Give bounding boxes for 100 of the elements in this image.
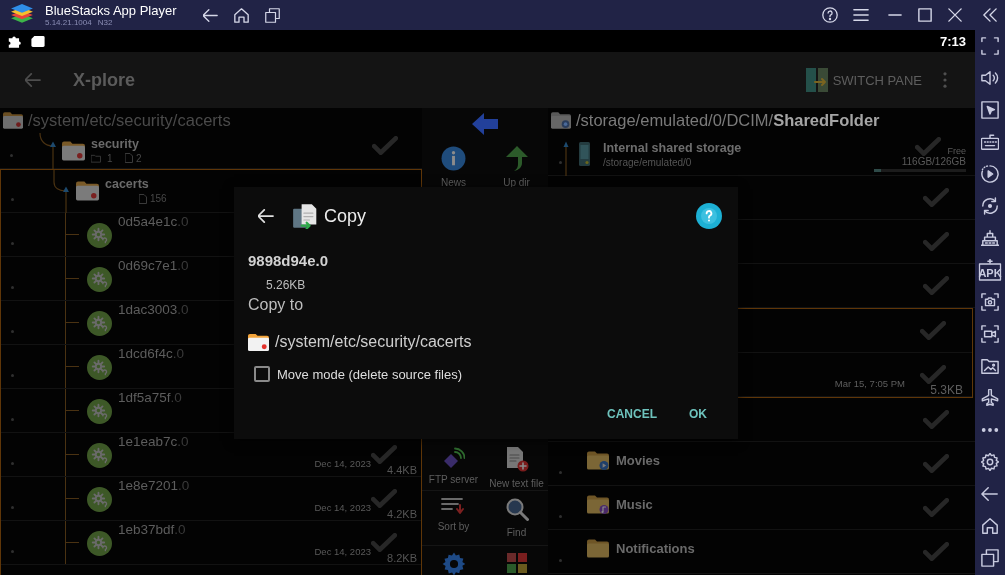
- sort-icon: [440, 497, 467, 515]
- video-camera-icon[interactable]: [981, 325, 999, 343]
- rotate-icon[interactable]: [981, 197, 999, 215]
- file-count: 2: [136, 152, 142, 164]
- file-outline-icon: [125, 153, 133, 163]
- toolbar-button[interactable]: [485, 545, 548, 575]
- bullet-icon: [10, 506, 14, 509]
- check-icon[interactable]: [920, 321, 946, 340]
- recents-icon[interactable]: [981, 549, 999, 567]
- airplane-icon[interactable]: [981, 389, 999, 407]
- toolbar-button[interactable]: Sort by: [422, 490, 485, 545]
- building-icon[interactable]: [981, 229, 999, 247]
- dialog-button[interactable]: OK: [679, 400, 717, 428]
- tree-branch: [65, 433, 79, 476]
- check-icon[interactable]: [915, 137, 942, 156]
- file-name: 9898d94e.0: [248, 252, 329, 270]
- gear-icon: [87, 399, 112, 424]
- gear-icon: [87, 487, 112, 512]
- gear-icon: [87, 355, 112, 380]
- clock: 7:13: [939, 33, 966, 49]
- bullet-icon: [559, 471, 562, 474]
- target-path: /system/etc/security/cacerts: [275, 333, 472, 351]
- pointer-icon[interactable]: [981, 101, 999, 119]
- storage-path: /storage/emulated/0: [603, 155, 692, 169]
- app-title: X-plore: [73, 69, 135, 91]
- file-size: 4.2KB: [387, 508, 417, 520]
- file-size: 5.26KB: [266, 278, 306, 292]
- file-date: Mar 15, 7:05 PM: [834, 378, 905, 389]
- storage-space: 116GB/126GB: [901, 156, 966, 167]
- help-icon[interactable]: [821, 7, 838, 23]
- bullet-icon: [559, 559, 562, 562]
- panes-icon: [805, 68, 828, 92]
- folder-outline-icon: [91, 153, 101, 163]
- left-arrow-icon: [472, 113, 498, 135]
- menu-icon[interactable]: [852, 8, 869, 22]
- camera-icon[interactable]: [981, 293, 999, 311]
- storage-name: Internal shared storage: [603, 139, 742, 156]
- file-size: 5.3KB: [930, 384, 963, 396]
- check-icon[interactable]: [923, 498, 949, 517]
- switch-pane-button[interactable]: SWITCH PANE: [801, 60, 926, 100]
- folder-name: security: [91, 136, 139, 152]
- copy-to-label: Copy to: [248, 295, 304, 314]
- file-date: Dec 14, 2023: [314, 502, 371, 513]
- bullet-icon: [10, 242, 14, 245]
- play-circle-icon[interactable]: [981, 165, 999, 183]
- check-icon[interactable]: [371, 533, 397, 552]
- volume-icon[interactable]: [981, 69, 999, 87]
- new-file-icon: [504, 446, 529, 472]
- check-icon[interactable]: [923, 454, 949, 473]
- gear-icon: [87, 443, 112, 468]
- check-icon[interactable]: [371, 489, 397, 508]
- copy-icon: [292, 203, 318, 229]
- close-icon[interactable]: [948, 8, 962, 22]
- info-icon: [441, 146, 466, 171]
- tree-branch: [65, 213, 79, 256]
- check-icon[interactable]: [371, 445, 397, 464]
- recents-icon[interactable]: [265, 7, 280, 23]
- file-date: Dec 14, 2023: [314, 546, 371, 557]
- file-count: 156: [150, 193, 167, 204]
- keyboard-icon[interactable]: [981, 133, 999, 151]
- toolbar-button[interactable]: New text file: [485, 440, 548, 490]
- video-folder-icon: [587, 451, 610, 471]
- checkbox[interactable]: [254, 366, 270, 382]
- path-text: /storage/emulated/0/DCIM/SharedFolder: [576, 111, 880, 130]
- folder-icon: [76, 181, 99, 201]
- bullet-icon: [9, 154, 13, 157]
- toolbar-button[interactable]: Up dir: [485, 140, 548, 195]
- toolbar-button[interactable]: Find: [485, 490, 548, 545]
- check-icon[interactable]: [920, 365, 946, 384]
- path-text: /system/etc/security/cacerts: [28, 111, 231, 130]
- maximize-icon[interactable]: [918, 8, 932, 22]
- search-icon: [504, 497, 529, 521]
- home-icon[interactable]: [981, 517, 999, 535]
- settings-icon[interactable]: [981, 453, 999, 471]
- phone-icon: [579, 142, 590, 166]
- check-icon[interactable]: [923, 232, 949, 251]
- bullet-icon: [10, 374, 14, 377]
- minimize-icon[interactable]: [888, 13, 902, 17]
- image-folder-icon[interactable]: [981, 357, 999, 375]
- check-icon[interactable]: [923, 410, 949, 429]
- toolbar-button[interactable]: News: [422, 140, 485, 195]
- fullscreen-icon[interactable]: [981, 37, 999, 55]
- help-icon[interactable]: [696, 203, 722, 229]
- gear-icon: [87, 223, 112, 248]
- folder-icon: [3, 111, 23, 130]
- check-icon[interactable]: [923, 188, 949, 207]
- grid-icon: [505, 552, 528, 574]
- home-icon[interactable]: [234, 7, 249, 23]
- double-chevron-icon[interactable]: [983, 8, 997, 22]
- file-size: 4.4KB: [387, 464, 417, 476]
- check-icon[interactable]: [372, 136, 398, 155]
- gear-icon: [87, 531, 112, 556]
- folder-icon: [62, 140, 85, 161]
- build-text: N32: [97, 17, 113, 28]
- check-icon[interactable]: [923, 276, 949, 295]
- check-icon[interactable]: [923, 542, 949, 561]
- toolbar-button[interactable]: FTP server: [422, 440, 485, 490]
- file-name: 1e1eab7c.0: [118, 434, 189, 450]
- dialog-button[interactable]: CANCEL: [597, 400, 667, 428]
- bullet-icon: [10, 286, 14, 289]
